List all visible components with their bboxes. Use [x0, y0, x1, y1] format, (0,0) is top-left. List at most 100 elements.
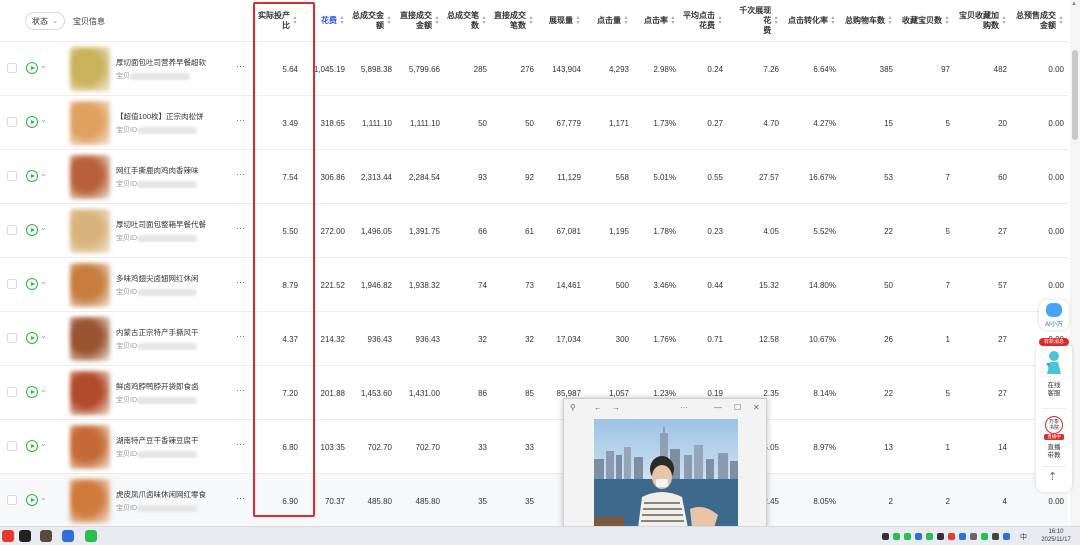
column-header-fav[interactable]: 收藏宝贝数 ▴ ▾ — [902, 0, 950, 42]
column-header-clicks[interactable]: 点击量 ▴ ▾ — [589, 0, 629, 42]
row-checkbox[interactable] — [7, 63, 17, 73]
sort-icon[interactable]: ▴ ▾ — [575, 15, 581, 26]
play-status-icon[interactable] — [26, 440, 38, 452]
product-thumbnail[interactable] — [70, 479, 110, 523]
product-name[interactable]: 厚切吐司面包整箱早餐代餐 — [116, 219, 228, 230]
close-button[interactable]: ✕ — [753, 403, 760, 412]
more-options-icon[interactable]: ··· — [236, 115, 245, 125]
tray-icon[interactable] — [981, 533, 988, 540]
row-checkbox[interactable] — [7, 117, 17, 127]
product-name[interactable]: 鲜卤鸡脖鸭脖开袋即食卤 — [116, 381, 228, 392]
scroll-up-icon[interactable]: ▲ — [1071, 1, 1077, 7]
product-thumbnail[interactable] — [70, 371, 110, 415]
wechat-icon[interactable] — [85, 530, 97, 542]
table-row[interactable]: ⌄ 虎皮凤爪卤味休闲网红零食 宝贝ID ··· 6.90 70.37 485.80 485.8… — [0, 474, 1068, 528]
sort-icon[interactable]: ▴ ▾ — [434, 15, 440, 26]
more-options-icon[interactable]: ··· — [236, 223, 245, 233]
sort-icon[interactable]: ▴ ▾ — [773, 15, 779, 26]
table-row[interactable]: ⌄ 厚切吐司面包整箱早餐代餐 宝贝ID ··· 5.50 272.00 1,496.05 1,… — [0, 204, 1068, 258]
column-header-impressions[interactable]: 展现量 ▴ ▾ — [541, 0, 581, 42]
browser-icon[interactable] — [62, 530, 74, 542]
online-service-label-1[interactable]: 在线 — [1036, 382, 1072, 390]
chevron-down-icon[interactable]: ⌄ — [40, 169, 47, 178]
play-status-icon[interactable] — [26, 62, 38, 74]
column-header-cart[interactable]: 总购物车数 ▴ ▾ — [845, 0, 893, 42]
product-name[interactable]: 湖南特产豆干香辣豆腐干 — [116, 435, 228, 446]
row-checkbox[interactable] — [7, 171, 17, 181]
chevron-down-icon[interactable]: ⌄ — [40, 223, 47, 232]
table-row[interactable]: ⌄ 网红手撕鹿肉鸡肉香辣味 宝贝ID ··· 7.54 306.86 2,313.44 2,2… — [0, 150, 1068, 204]
table-row[interactable]: ⌄ 【超值100枚】正宗肉松饼 宝贝ID ··· 3.49 318.65 1,111.10 1… — [0, 96, 1068, 150]
product-name[interactable]: 虎皮凤爪卤味休闲网红零食 — [116, 489, 228, 500]
product-thumbnail[interactable] — [70, 425, 110, 469]
column-header-direct_orders[interactable]: 直接成交 笔数 ▴ ▾ — [492, 0, 534, 42]
sort-icon[interactable]: ▴ ▾ — [339, 15, 345, 26]
scrollbar-thumb[interactable] — [1072, 50, 1078, 140]
play-status-icon[interactable] — [26, 170, 38, 182]
live-coaching-label-1[interactable]: 直播 — [1036, 444, 1072, 452]
play-status-icon[interactable] — [26, 116, 38, 128]
tray-icon[interactable] — [893, 533, 900, 540]
more-options-icon[interactable]: ··· — [236, 277, 245, 287]
play-status-icon[interactable] — [26, 494, 38, 506]
more-options-icon[interactable]: ··· — [236, 61, 245, 71]
product-thumbnail[interactable] — [70, 101, 110, 145]
more-options-icon[interactable]: ··· — [236, 385, 245, 395]
wps-icon[interactable] — [2, 530, 14, 542]
tray-icon[interactable] — [882, 533, 889, 540]
app-icon[interactable] — [40, 530, 52, 542]
tray-icon[interactable] — [992, 533, 999, 540]
more-options-icon[interactable]: ··· — [236, 331, 245, 341]
product-name[interactable]: 多味鸡翅尖卤翅网红休闲 — [116, 273, 228, 284]
product-thumbnail[interactable] — [70, 155, 110, 199]
qq-icon[interactable] — [19, 530, 31, 542]
ai-assistant-button[interactable]: AI小万 — [1039, 300, 1069, 330]
play-status-icon[interactable] — [26, 278, 38, 290]
column-header-fav_cart[interactable]: 宝贝收藏加 购数 ▴ ▾ — [959, 0, 1007, 42]
arrow-right-icon[interactable]: → — [612, 403, 620, 412]
sort-icon[interactable]: ▴ ▾ — [1058, 15, 1064, 26]
row-checkbox[interactable] — [7, 279, 17, 289]
product-name[interactable]: 网红手撕鹿肉鸡肉香辣味 — [116, 165, 228, 176]
table-row[interactable]: ⌄ 厚切面包吐司营养早餐超软 宝贝 ··· 5.64 1,045.19 5,898.38 5,… — [0, 42, 1068, 96]
more-options-icon[interactable]: ··· — [236, 169, 245, 179]
product-thumbnail[interactable] — [70, 47, 110, 91]
more-options-icon[interactable]: ··· — [236, 439, 245, 449]
product-name[interactable]: 【超值100枚】正宗肉松饼 — [116, 111, 228, 122]
clock[interactable]: 16:10 2025/11/17 — [1040, 528, 1072, 544]
minimize-button[interactable]: — — [714, 403, 722, 412]
row-checkbox[interactable] — [7, 441, 17, 451]
sort-icon[interactable]: ▴ ▾ — [944, 15, 950, 26]
sort-icon[interactable]: ▴ ▾ — [830, 15, 836, 26]
sort-icon[interactable]: ▴ ▾ — [623, 15, 629, 26]
chevron-down-icon[interactable]: ⌄ — [40, 493, 47, 502]
sort-icon[interactable]: ▴ ▾ — [481, 15, 487, 26]
column-header-cpc[interactable]: 平均点击 花费 ▴ ▾ — [681, 0, 723, 42]
row-checkbox[interactable] — [7, 225, 17, 235]
chevron-down-icon[interactable]: ⌄ — [40, 61, 47, 70]
product-thumbnail[interactable] — [70, 263, 110, 307]
sort-icon[interactable]: ▴ ▾ — [717, 15, 723, 26]
maximize-button[interactable]: ☐ — [734, 403, 741, 412]
tray-icon[interactable] — [959, 533, 966, 540]
chevron-down-icon[interactable]: ⌄ — [40, 277, 47, 286]
play-status-icon[interactable] — [26, 386, 38, 398]
row-checkbox[interactable] — [7, 495, 17, 505]
product-thumbnail[interactable] — [70, 209, 110, 253]
product-name[interactable]: 厚切面包吐司营养早餐超软 — [116, 57, 228, 68]
table-row[interactable]: ⌄ 鲜卤鸡脖鸭脖开袋即食卤 宝贝ID ··· 7.20 201.88 1,453.60 1,4… — [0, 366, 1068, 420]
column-header-cvr[interactable]: 点击转化率 ▴ ▾ — [788, 0, 836, 42]
academy-button[interactable]: 万象 书院 — [1045, 416, 1063, 434]
sort-icon[interactable]: ▴ ▾ — [887, 15, 893, 26]
column-header-roi[interactable]: 实际投产比 ▴ ▾ — [252, 0, 298, 42]
column-header-gmv[interactable]: 总成交金额 ▴ ▾ — [350, 0, 392, 42]
table-row[interactable]: ⌄ 湖南特产豆干香辣豆腐干 宝贝ID ··· 6.80 103.35 702.70 702.7… — [0, 420, 1068, 474]
tray-icon[interactable] — [904, 533, 911, 540]
column-header-ctr[interactable]: 点击率 ▴ ▾ — [636, 0, 676, 42]
online-service-label-2[interactable]: 客服 — [1036, 390, 1072, 398]
column-header-direct_gmv[interactable]: 直接成交 金额 ▴ ▾ — [398, 0, 440, 42]
table-row[interactable]: ⌄ 内蒙古正宗特产手撕风干 宝贝ID ··· 4.37 214.32 936.43 936.4… — [0, 312, 1068, 366]
chevron-down-icon[interactable]: ⌄ — [40, 331, 47, 340]
chevron-down-icon[interactable]: ⌄ — [40, 385, 47, 394]
live-coaching-label-2[interactable]: 带教 — [1036, 452, 1072, 460]
